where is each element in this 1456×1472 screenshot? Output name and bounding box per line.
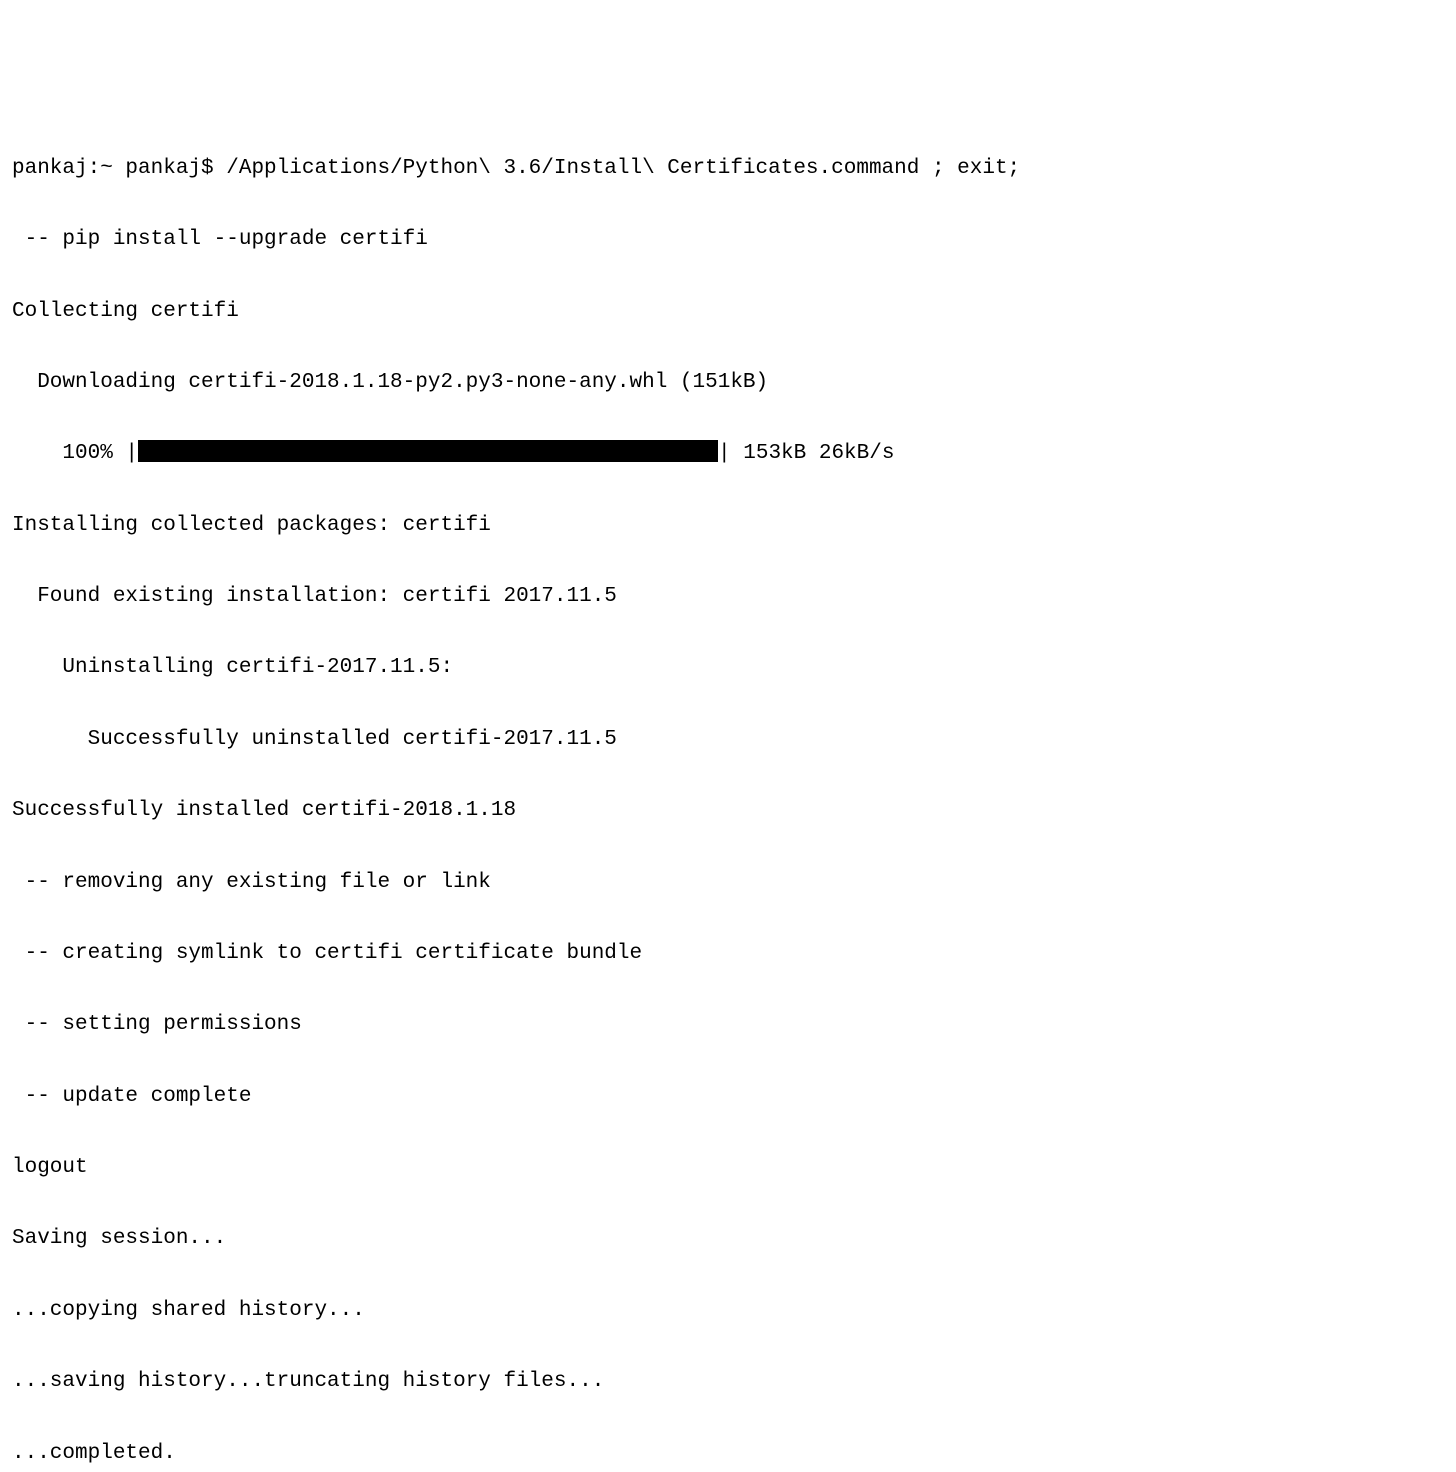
terminal-progress-line: 100% | | 153kB 26kB/s [12,436,1444,472]
terminal-output-line: -- setting permissions [12,1007,1444,1043]
terminal-output-line: -- pip install --upgrade certifi [12,222,1444,258]
terminal-output-line: logout [12,1150,1444,1186]
terminal-output-line: Found existing installation: certifi 201… [12,579,1444,615]
terminal-prompt-line: pankaj:~ pankaj$ /Applications/Python\ 3… [12,151,1444,187]
terminal-output-line: Successfully uninstalled certifi-2017.11… [12,722,1444,758]
progress-bar-fill [138,440,718,462]
progress-stats: | 153kB 26kB/s [718,442,907,465]
terminal-output-line: Collecting certifi [12,294,1444,330]
terminal-output-line: Saving session... [12,1221,1444,1257]
terminal-output-line: ...copying shared history... [12,1293,1444,1329]
terminal-output-line: Successfully installed certifi-2018.1.18 [12,793,1444,829]
terminal-output-line: Uninstalling certifi-2017.11.5: [12,650,1444,686]
terminal-output-line: -- creating symlink to certifi certifica… [12,936,1444,972]
terminal-output-line: Downloading certifi-2018.1.18-py2.py3-no… [12,365,1444,401]
progress-percent: 100% | [12,442,138,465]
terminal-output-line: -- update complete [12,1079,1444,1115]
terminal-output-line: -- removing any existing file or link [12,865,1444,901]
terminal-output-line: ...saving history...truncating history f… [12,1364,1444,1400]
terminal-output-line: ...completed. [12,1436,1444,1472]
terminal-output-line: Installing collected packages: certifi [12,508,1444,544]
